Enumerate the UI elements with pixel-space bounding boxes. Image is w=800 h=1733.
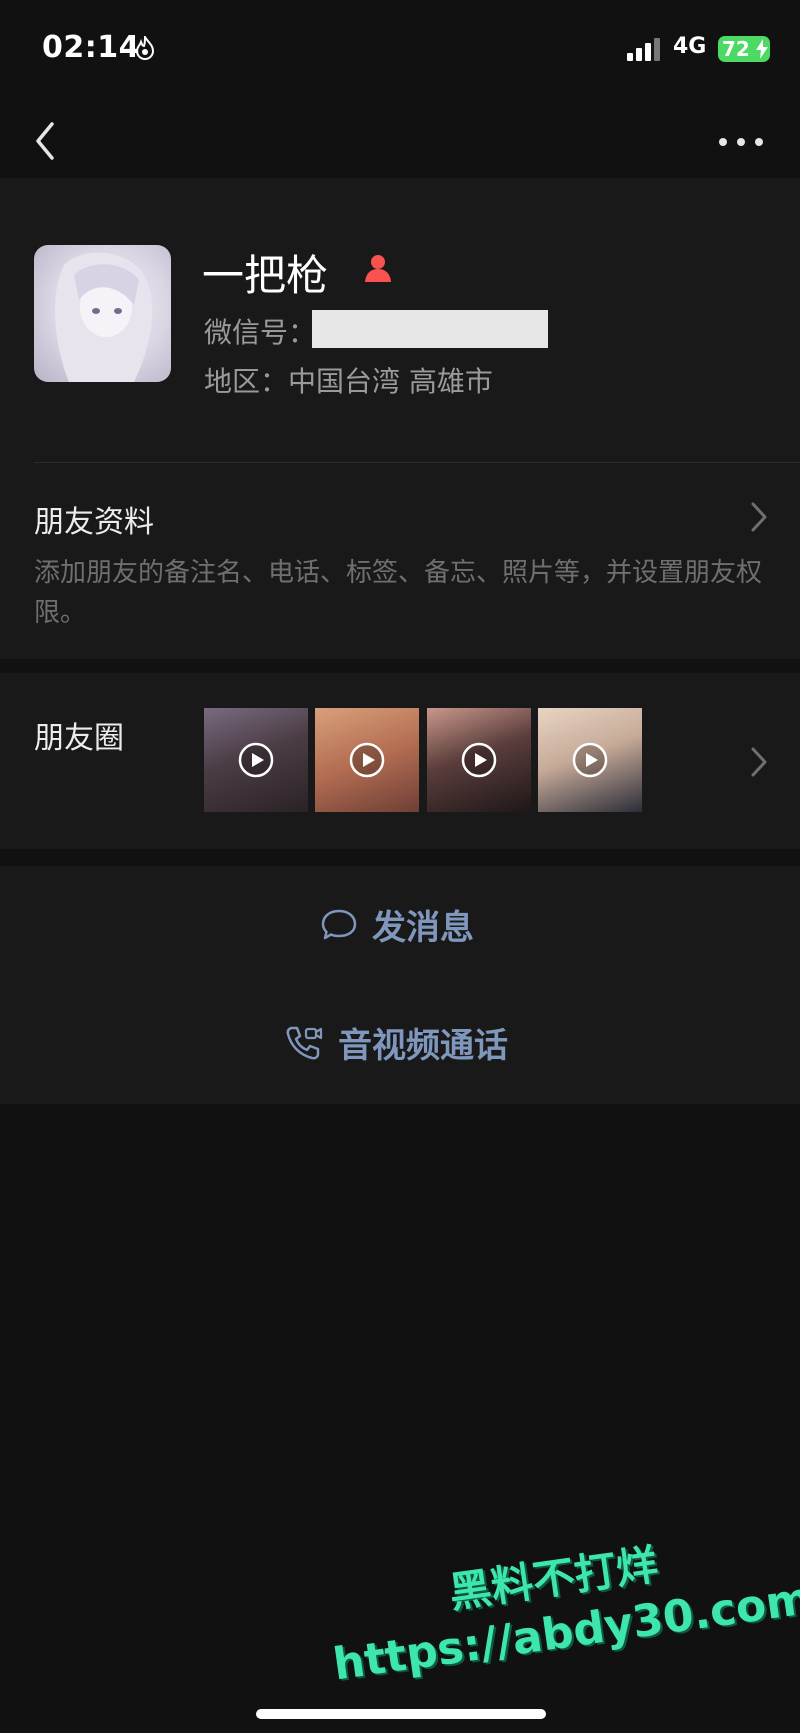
battery-indicator: 72 <box>718 36 770 62</box>
video-call-icon <box>286 1026 323 1059</box>
video-play-icon <box>461 742 497 778</box>
status-time: 02:14 <box>42 30 140 65</box>
moments-thumbnail <box>315 708 419 812</box>
wechat-id-label: 微信号： <box>204 316 317 349</box>
avatar-illustration <box>54 252 153 382</box>
chat-bubble-icon <box>321 909 357 939</box>
back-arrow-icon[interactable] <box>28 118 64 164</box>
cellular-signal-icon <box>627 38 660 61</box>
network-type: 4G <box>673 34 707 59</box>
female-icon <box>365 255 391 282</box>
more-options-icon[interactable] <box>716 122 766 162</box>
moments-thumbnail <box>427 708 531 812</box>
friend-info-description: 添加朋友的备注名、电话、标签、备忘、照片等，并设置朋友权限。 <box>34 558 763 628</box>
video-play-icon <box>349 742 385 778</box>
video-play-icon <box>238 742 274 778</box>
friend-info-title: 朋友资料 <box>34 505 154 540</box>
charging-bolt-icon <box>756 39 768 59</box>
home-indicator[interactable] <box>256 1709 546 1719</box>
battery-percent: 72 <box>722 37 750 61</box>
moments-title: 朋友圈 <box>34 721 124 756</box>
wechat-id-redacted <box>312 310 548 348</box>
send-message-label: 发消息 <box>372 908 474 948</box>
avatar[interactable] <box>34 245 171 382</box>
audio-video-call-label: 音视频通话 <box>338 1026 508 1066</box>
send-message-button[interactable]: 发消息 <box>320 900 474 949</box>
moments-thumbnail <box>204 708 308 812</box>
moments-thumbnail <box>538 708 642 812</box>
chevron-right-icon <box>751 747 767 777</box>
chevron-right-icon <box>751 502 767 532</box>
video-play-icon <box>572 742 608 778</box>
region-text: 地区：中国台湾 高雄市 <box>204 365 493 398</box>
audio-video-call-button[interactable]: 音视频通话 <box>284 1018 508 1067</box>
hotspot-flame-icon <box>135 36 155 60</box>
profile-name: 一把枪 <box>202 251 329 300</box>
